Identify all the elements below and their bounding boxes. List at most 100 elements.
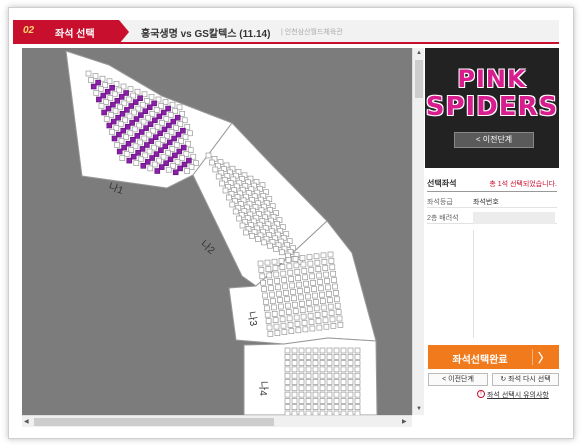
seat[interactable]: [90, 83, 97, 90]
seat[interactable]: [331, 277, 337, 283]
seat[interactable]: [298, 347, 305, 354]
seat[interactable]: [333, 391, 340, 398]
seat[interactable]: [126, 157, 133, 164]
seat[interactable]: [284, 398, 291, 404]
seat[interactable]: [307, 260, 314, 267]
seat[interactable]: [307, 312, 314, 319]
seat[interactable]: [292, 256, 299, 262]
seat[interactable]: [284, 347, 291, 354]
seat[interactable]: [172, 169, 179, 176]
seat[interactable]: [291, 398, 298, 404]
seat[interactable]: [293, 314, 300, 321]
scroll-down-icon[interactable]: ▼: [416, 405, 422, 413]
complete-selection-button[interactable]: 좌석선택완료 〉: [428, 345, 559, 369]
seat[interactable]: [298, 372, 305, 379]
seat[interactable]: [284, 296, 290, 302]
seat[interactable]: [319, 366, 326, 373]
seat[interactable]: [298, 294, 304, 301]
seat[interactable]: [340, 360, 347, 366]
seat[interactable]: [315, 266, 322, 272]
seat[interactable]: [301, 320, 308, 326]
seat[interactable]: [354, 353, 361, 360]
seat[interactable]: [272, 317, 279, 324]
seat[interactable]: [260, 279, 266, 286]
seat[interactable]: [336, 315, 343, 322]
seat[interactable]: [319, 298, 326, 304]
seat[interactable]: [264, 305, 270, 312]
seat[interactable]: [305, 366, 312, 373]
seat[interactable]: [116, 148, 123, 155]
seat[interactable]: [276, 290, 282, 297]
seat[interactable]: [282, 283, 288, 290]
seat[interactable]: [305, 379, 312, 385]
seat[interactable]: [306, 254, 313, 260]
seat[interactable]: [209, 159, 215, 166]
seat[interactable]: [332, 283, 338, 290]
seat[interactable]: [330, 270, 337, 277]
seat[interactable]: [297, 288, 303, 294]
seat[interactable]: [323, 323, 330, 330]
seat[interactable]: [305, 372, 312, 379]
seat[interactable]: [310, 280, 316, 286]
seat[interactable]: [305, 398, 312, 404]
seat[interactable]: [334, 302, 341, 309]
seat[interactable]: [290, 289, 296, 295]
seat[interactable]: [333, 366, 340, 373]
seat[interactable]: [226, 194, 232, 201]
seat[interactable]: [305, 293, 311, 300]
seat[interactable]: [272, 265, 279, 271]
seat[interactable]: [354, 404, 361, 411]
seat[interactable]: [304, 287, 310, 293]
seat[interactable]: [319, 398, 326, 404]
seat-map[interactable]: 나1 나2 나3 나4: [22, 48, 412, 415]
seat[interactable]: [262, 292, 268, 299]
seat[interactable]: [184, 168, 190, 174]
seat[interactable]: [279, 316, 286, 323]
seat[interactable]: [305, 404, 312, 411]
seat[interactable]: [312, 385, 319, 392]
seat[interactable]: [284, 360, 291, 366]
seat[interactable]: [239, 222, 246, 229]
seat[interactable]: [328, 310, 335, 316]
seat[interactable]: [229, 201, 236, 208]
seat[interactable]: [354, 366, 361, 373]
seat[interactable]: [308, 319, 315, 325]
map-vertical-scrollbar[interactable]: ▲ ▼: [412, 48, 424, 415]
seat[interactable]: [326, 398, 333, 404]
seat[interactable]: [309, 273, 316, 280]
seat[interactable]: [320, 304, 327, 311]
seat[interactable]: [305, 353, 312, 360]
seat[interactable]: [312, 347, 319, 354]
seat[interactable]: [268, 285, 274, 291]
seat[interactable]: [274, 330, 281, 336]
seat[interactable]: [340, 366, 347, 373]
seat[interactable]: [333, 296, 340, 303]
seat[interactable]: [298, 360, 305, 366]
seat[interactable]: [347, 366, 354, 373]
seat[interactable]: [305, 360, 312, 366]
seat[interactable]: [243, 229, 249, 236]
seat[interactable]: [340, 372, 347, 379]
seat[interactable]: [298, 391, 305, 398]
seat[interactable]: [347, 372, 354, 379]
seat[interactable]: [275, 284, 281, 291]
seat[interactable]: [280, 322, 287, 329]
seat[interactable]: [305, 385, 312, 392]
seat[interactable]: [333, 379, 340, 385]
seat[interactable]: [318, 285, 324, 292]
seat[interactable]: [314, 311, 321, 318]
seat[interactable]: [319, 360, 326, 366]
scroll-right-icon[interactable]: ▶: [402, 418, 407, 426]
seat[interactable]: [291, 379, 298, 385]
seat[interactable]: [316, 324, 323, 331]
seat[interactable]: [300, 313, 307, 320]
seat[interactable]: [85, 70, 92, 77]
seat[interactable]: [285, 257, 292, 263]
seat[interactable]: [133, 160, 140, 166]
seat[interactable]: [320, 252, 327, 259]
seat[interactable]: [333, 290, 339, 296]
seat[interactable]: [340, 353, 347, 360]
seat[interactable]: [298, 366, 305, 373]
seat[interactable]: [266, 324, 273, 331]
seat[interactable]: [312, 366, 319, 373]
